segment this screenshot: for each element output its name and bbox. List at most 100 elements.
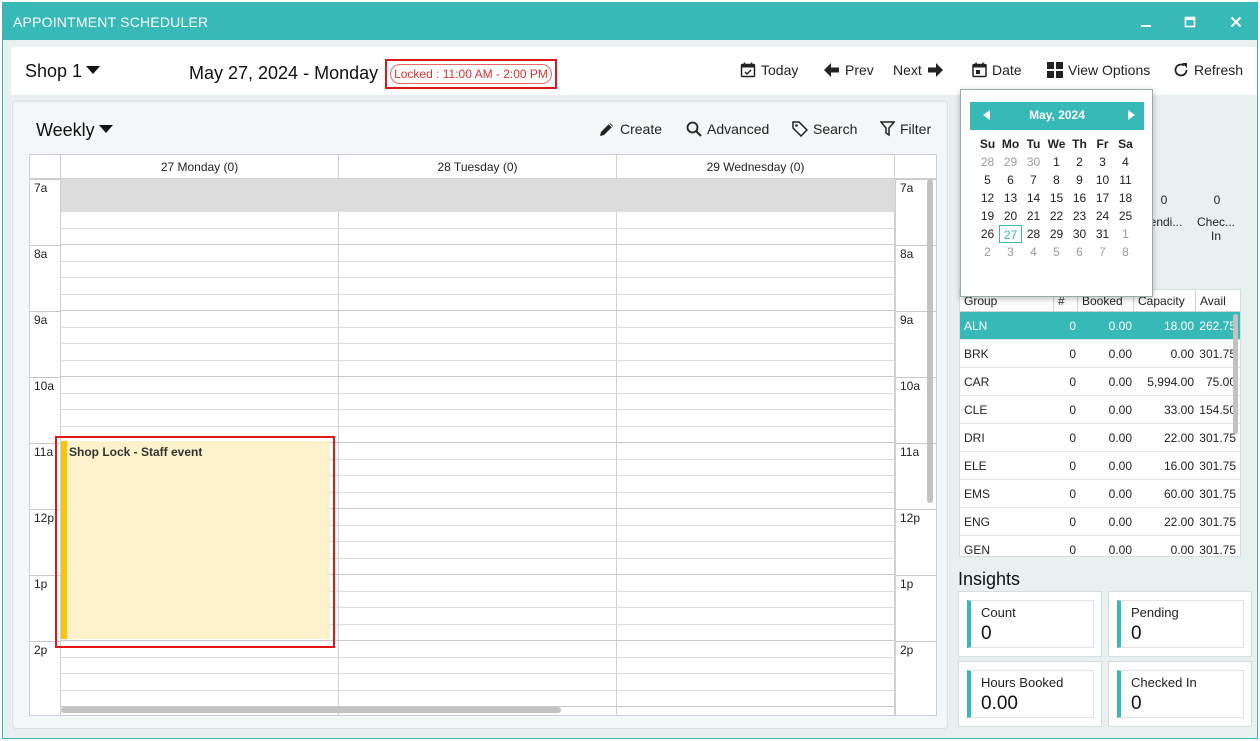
time-slot[interactable] bbox=[339, 245, 617, 262]
day-cell[interactable]: 23 bbox=[1068, 207, 1091, 225]
day-cell[interactable]: 5 bbox=[1045, 243, 1068, 261]
group-row[interactable]: EMS 0 0.00 60.00 301.75 bbox=[960, 480, 1240, 508]
time-slot[interactable] bbox=[617, 278, 895, 295]
day-cell[interactable]: 27 bbox=[999, 225, 1022, 243]
filter-button[interactable]: Filter bbox=[880, 121, 931, 137]
group-row[interactable]: ALN 0 0.00 18.00 262.75 bbox=[960, 312, 1240, 340]
time-slot[interactable] bbox=[61, 261, 339, 278]
time-slot[interactable] bbox=[617, 393, 895, 410]
time-slot[interactable] bbox=[339, 657, 617, 674]
time-slot[interactable] bbox=[617, 311, 895, 328]
group-row[interactable]: BRK 0 0.00 0.00 301.75 bbox=[960, 340, 1240, 368]
time-slot[interactable] bbox=[61, 311, 339, 328]
day-cell[interactable]: 3 bbox=[999, 243, 1022, 261]
prev-month-button[interactable] bbox=[978, 102, 996, 129]
time-slot[interactable] bbox=[617, 245, 895, 262]
time-slot[interactable] bbox=[617, 360, 895, 377]
time-slot[interactable] bbox=[339, 641, 617, 658]
time-slot[interactable] bbox=[339, 525, 617, 542]
time-slot[interactable] bbox=[339, 591, 617, 608]
day-cell[interactable]: 28 bbox=[976, 153, 999, 171]
time-slot[interactable] bbox=[339, 393, 617, 410]
group-row[interactable]: GEN 0 0.00 0.00 301.75 bbox=[960, 536, 1240, 556]
time-slot[interactable] bbox=[61, 360, 339, 377]
group-row[interactable]: CLE 0 0.00 33.00 154.50 bbox=[960, 396, 1240, 424]
day-cell[interactable]: 6 bbox=[1068, 243, 1091, 261]
time-slot[interactable] bbox=[339, 575, 617, 592]
group-row[interactable]: DRI 0 0.00 22.00 301.75 bbox=[960, 424, 1240, 452]
day-cell[interactable]: 26 bbox=[976, 225, 999, 243]
time-slot[interactable] bbox=[61, 245, 339, 262]
minimize-button[interactable] bbox=[1133, 10, 1159, 34]
advanced-button[interactable]: Advanced bbox=[686, 121, 769, 137]
time-slot[interactable] bbox=[339, 492, 617, 509]
day-header-wednesday[interactable]: 29 Wednesday (0) bbox=[617, 155, 895, 179]
today-button[interactable]: Today bbox=[740, 62, 798, 78]
time-slot[interactable] bbox=[617, 624, 895, 641]
time-slot[interactable] bbox=[339, 410, 617, 427]
day-cell[interactable]: 22 bbox=[1045, 207, 1068, 225]
time-slot[interactable] bbox=[61, 278, 339, 295]
day-cell[interactable]: 13 bbox=[999, 189, 1022, 207]
day-cell[interactable]: 18 bbox=[1114, 189, 1137, 207]
time-slot[interactable] bbox=[61, 294, 339, 311]
day-cell[interactable]: 30 bbox=[1022, 153, 1045, 171]
day-cell[interactable]: 2 bbox=[1068, 153, 1091, 171]
time-slot[interactable] bbox=[339, 459, 617, 476]
shop-selector[interactable]: Shop 1 bbox=[25, 61, 101, 82]
time-slot[interactable] bbox=[339, 558, 617, 575]
day-cell[interactable]: 20 bbox=[999, 207, 1022, 225]
day-cell[interactable]: 28 bbox=[1022, 225, 1045, 243]
day-cell[interactable]: 6 bbox=[999, 171, 1022, 189]
time-slot[interactable] bbox=[61, 674, 339, 691]
day-cell[interactable]: 25 bbox=[1114, 207, 1137, 225]
time-slot[interactable] bbox=[339, 674, 617, 691]
day-cell[interactable]: 5 bbox=[976, 171, 999, 189]
day-cell[interactable]: 15 bbox=[1045, 189, 1068, 207]
time-slot[interactable] bbox=[617, 707, 895, 715]
day-cell[interactable]: 30 bbox=[1068, 225, 1091, 243]
time-slot[interactable] bbox=[61, 228, 339, 245]
date-button[interactable]: Date bbox=[972, 62, 1022, 78]
time-slot[interactable] bbox=[339, 278, 617, 295]
time-slot[interactable] bbox=[61, 344, 339, 361]
time-slot[interactable] bbox=[339, 690, 617, 707]
day-cell[interactable]: 29 bbox=[1045, 225, 1068, 243]
time-slot[interactable] bbox=[617, 542, 895, 559]
day-cell[interactable]: 1 bbox=[1114, 225, 1137, 243]
group-row[interactable]: ENG 0 0.00 22.00 301.75 bbox=[960, 508, 1240, 536]
col-header-avail[interactable]: Avail bbox=[1196, 290, 1240, 312]
time-slot[interactable] bbox=[617, 261, 895, 278]
day-cell[interactable]: 16 bbox=[1068, 189, 1091, 207]
day-cell[interactable]: 17 bbox=[1091, 189, 1114, 207]
time-slot[interactable] bbox=[617, 641, 895, 658]
time-slot[interactable] bbox=[617, 690, 895, 707]
time-slot[interactable] bbox=[339, 624, 617, 641]
time-slot[interactable] bbox=[339, 360, 617, 377]
search-button[interactable]: Search bbox=[792, 121, 857, 137]
day-cell[interactable]: 29 bbox=[999, 153, 1022, 171]
time-slot[interactable] bbox=[61, 657, 339, 674]
day-header-tuesday[interactable]: 28 Tuesday (0) bbox=[339, 155, 617, 179]
day-cell[interactable]: 11 bbox=[1114, 171, 1137, 189]
time-slot[interactable] bbox=[617, 228, 895, 245]
time-slot[interactable] bbox=[61, 690, 339, 707]
time-slot[interactable] bbox=[339, 509, 617, 526]
time-slot[interactable] bbox=[61, 212, 339, 229]
time-slot[interactable] bbox=[617, 443, 895, 460]
day-cell[interactable]: 4 bbox=[1114, 153, 1137, 171]
time-slot[interactable] bbox=[339, 443, 617, 460]
time-slot[interactable] bbox=[61, 393, 339, 410]
time-slot[interactable] bbox=[339, 476, 617, 493]
time-slot[interactable] bbox=[617, 344, 895, 361]
vertical-scrollbar[interactable] bbox=[927, 179, 933, 503]
time-slot[interactable] bbox=[617, 608, 895, 625]
time-slot[interactable] bbox=[339, 228, 617, 245]
day-cell[interactable]: 8 bbox=[1045, 171, 1068, 189]
time-slot[interactable] bbox=[61, 377, 339, 394]
day-cell[interactable]: 24 bbox=[1091, 207, 1114, 225]
day-cell[interactable]: 4 bbox=[1022, 243, 1045, 261]
time-slot[interactable] bbox=[339, 426, 617, 443]
day-cell[interactable]: 9 bbox=[1068, 171, 1091, 189]
view-options-button[interactable]: View Options bbox=[1047, 62, 1150, 78]
